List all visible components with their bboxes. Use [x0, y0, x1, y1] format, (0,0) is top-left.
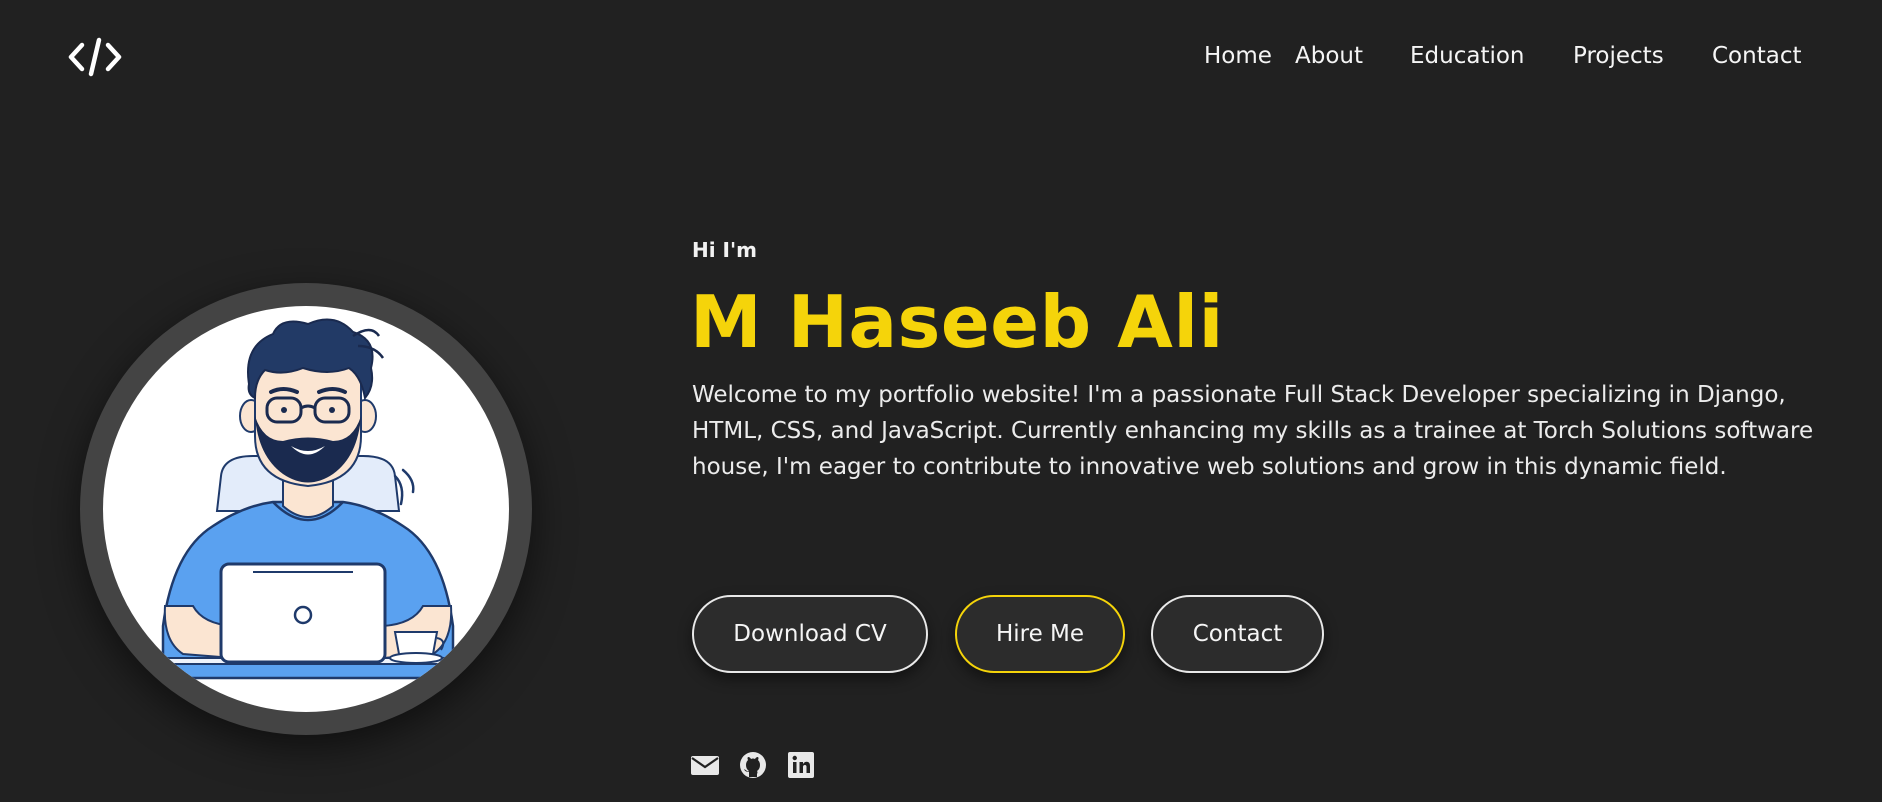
hero-name: M Haseeb Ali	[690, 280, 1224, 364]
download-cv-button[interactable]: Download CV	[692, 595, 928, 673]
mail-icon[interactable]	[690, 750, 720, 780]
nav-about[interactable]: About	[1295, 40, 1363, 72]
greeting: Hi I'm	[692, 238, 757, 262]
developer-illustration	[142, 318, 474, 680]
linkedin-icon[interactable]	[786, 750, 816, 780]
nav-contact[interactable]: Contact	[1712, 40, 1801, 72]
avatar-illustration	[103, 306, 509, 712]
github-icon[interactable]	[738, 750, 768, 780]
avatar	[80, 283, 532, 735]
contact-button[interactable]: Contact	[1151, 595, 1324, 673]
nav-projects[interactable]: Projects	[1573, 40, 1664, 72]
nav-home[interactable]: Home	[1204, 40, 1272, 72]
intro-paragraph: Welcome to my portfolio website! I'm a p…	[692, 382, 1814, 480]
main-nav: Home About Education Projects Contact	[0, 40, 1882, 72]
nav-education[interactable]: Education	[1410, 40, 1525, 72]
portfolio-page: Home About Education Projects Contact Hi…	[0, 0, 1882, 802]
hire-me-button[interactable]: Hire Me	[955, 595, 1125, 673]
